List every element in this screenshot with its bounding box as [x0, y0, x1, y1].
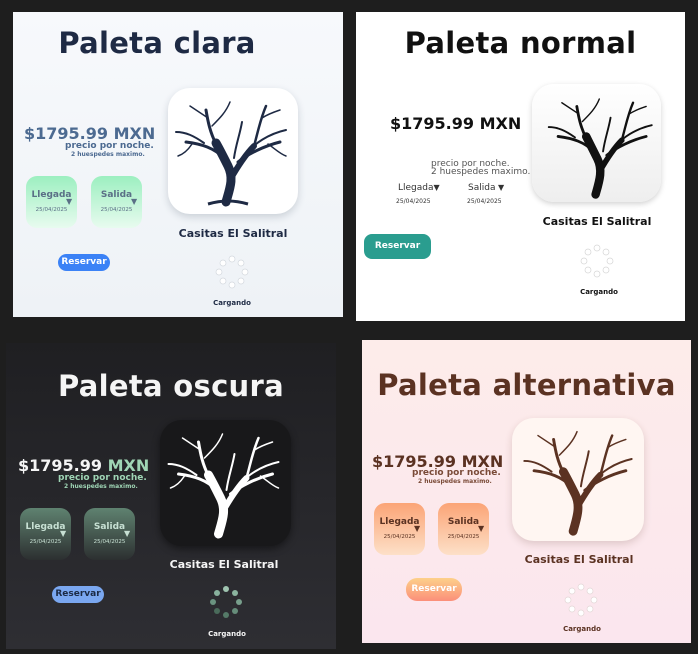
panel-title: Paleta alternativa	[377, 368, 676, 402]
checkin-date: 25/04/2025	[35, 207, 68, 213]
per-night-text: precio por noche.	[65, 141, 154, 151]
app-name: Casitas El Salitral	[178, 227, 288, 240]
checkout-date: 25/04/2025	[100, 207, 133, 213]
max-guests-text: 2 huespedes maximo.	[431, 167, 531, 177]
panel-paleta-normal: Paleta normal $1795.99 MXN precio por no…	[356, 12, 685, 321]
app-name: Casitas El Salitral	[524, 553, 634, 566]
max-guests-text: 2 huespedes maximo.	[64, 483, 138, 490]
checkout-select[interactable]: Salida ▼ 25/04/2025	[91, 176, 142, 228]
tree-icon	[523, 430, 633, 536]
app-icon-tile	[168, 88, 298, 214]
checkin-date: 25/04/2025	[383, 534, 416, 540]
panel-paleta-oscura: Paleta oscura $1795.99 MXN precio por no…	[6, 343, 336, 649]
price: $1795.99 MXN	[390, 114, 521, 133]
checkin-select[interactable]: Llegada ▼ 25/04/2025	[374, 503, 425, 555]
per-night-text: precio por noche.	[412, 468, 501, 478]
checkout-label: Salida	[468, 183, 496, 193]
checkout-select[interactable]: Salida ▼ 25/04/2025	[438, 503, 489, 555]
spinner-icon	[215, 255, 249, 289]
checkout-select[interactable]: Salida ▼	[468, 183, 504, 193]
chevron-down-icon: ▼	[478, 524, 485, 533]
app-name: Casitas El Salitral	[542, 215, 652, 228]
chevron-down-icon: ▼	[495, 183, 505, 192]
chevron-down-icon: ▼	[131, 197, 138, 206]
checkin-label: Llegada	[398, 183, 434, 193]
per-night-text: precio por noche.	[58, 473, 147, 483]
spinner-icon	[580, 244, 614, 278]
app-name: Casitas El Salitral	[169, 558, 279, 571]
checkin-date: 25/04/2025	[29, 539, 62, 545]
checkin-date: 25/04/2025	[396, 198, 431, 205]
spinner-icon	[210, 586, 242, 618]
reservar-button[interactable]: Reservar	[406, 578, 462, 601]
app-icon-tile	[160, 420, 291, 546]
loading-text: Cargando	[213, 299, 251, 307]
loading-text: Cargando	[208, 630, 246, 638]
tree-icon	[167, 433, 280, 539]
checkin-select[interactable]: Llegada▼	[398, 183, 440, 193]
checkout-date: 25/04/2025	[447, 534, 480, 540]
max-guests-text: 2 huespedes maximo.	[71, 151, 145, 158]
checkin-select[interactable]: Llegada ▼ 25/04/2025	[26, 176, 77, 228]
chevron-down-icon: ▼	[414, 524, 421, 533]
chevron-down-icon: ▼	[124, 529, 131, 538]
max-guests-text: 2 huespedes maximo.	[418, 478, 492, 485]
chevron-down-icon: ▼	[60, 529, 67, 538]
tree-icon	[547, 98, 653, 199]
app-icon-tile	[512, 418, 644, 541]
chevron-down-icon: ▼	[66, 197, 73, 206]
panel-title: Paleta clara	[58, 26, 256, 60]
spinner-icon	[564, 583, 598, 617]
price-currency: MXN	[479, 114, 522, 133]
reservar-button[interactable]: Reservar	[58, 254, 110, 271]
reservar-button[interactable]: Reservar	[364, 234, 431, 259]
panel-paleta-alternativa: Paleta alternativa $1795.99 MXN precio p…	[362, 340, 691, 643]
checkout-date: 25/04/2025	[467, 198, 502, 205]
panel-title: Paleta oscura	[58, 369, 284, 403]
panel-title: Paleta normal	[404, 26, 637, 60]
loading-text: Cargando	[563, 625, 601, 633]
app-icon-tile	[532, 84, 661, 202]
price-amount: $1795.99	[390, 114, 475, 133]
checkin-select[interactable]: Llegada ▼ 25/04/2025	[20, 508, 71, 560]
loading-text: Cargando	[580, 288, 618, 296]
reservar-button[interactable]: Reservar	[52, 586, 104, 603]
panel-paleta-clara: Paleta clara $1795.99 MXN precio por noc…	[13, 12, 343, 317]
checkout-select[interactable]: Salida ▼ 25/04/2025	[84, 508, 135, 560]
chevron-down-icon: ▼	[433, 183, 440, 192]
tree-icon	[175, 101, 287, 207]
checkout-date: 25/04/2025	[93, 539, 126, 545]
